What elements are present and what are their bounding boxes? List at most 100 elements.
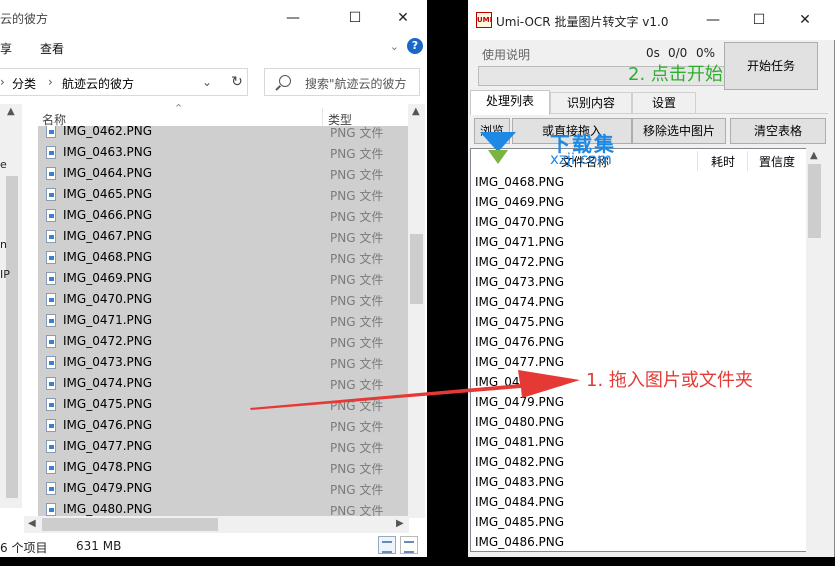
file-list-hscrollbar[interactable]: ◀ ▶ — [24, 516, 409, 533]
help-icon[interactable]: ? — [407, 38, 423, 54]
png-file-icon — [46, 398, 56, 411]
tab-process-list[interactable]: 处理列表 — [470, 90, 550, 115]
table-row[interactable]: IMG_0484.PNG — [475, 495, 564, 509]
file-row[interactable]: IMG_0463.PNG PNG 文件 — [38, 142, 408, 163]
file-row[interactable]: IMG_0468.PNG PNG 文件 — [38, 247, 408, 268]
breadcrumb-chevron-icon: › — [0, 75, 5, 89]
maximize-icon[interactable]: ☐ — [744, 8, 774, 32]
scroll-thumb[interactable] — [410, 234, 423, 304]
help-link[interactable]: 使用说明 — [482, 46, 530, 63]
file-type: PNG 文件 — [330, 189, 384, 203]
scroll-up-icon[interactable]: ▲ — [7, 106, 15, 117]
chevron-down-icon[interactable]: ⌄ — [202, 75, 212, 89]
scroll-up-icon[interactable]: ▲ — [412, 106, 420, 117]
file-name: IMG_0478.PNG — [63, 460, 153, 474]
file-type: PNG 文件 — [330, 357, 384, 371]
close-icon[interactable]: ✕ — [790, 8, 820, 32]
selection-size: 631 MB — [76, 539, 122, 553]
table-row[interactable]: IMG_0469.PNG — [475, 195, 564, 209]
file-list-vscrollbar[interactable]: ▲ — [408, 104, 425, 518]
table-row[interactable]: IMG_0479.PNG — [475, 395, 564, 409]
file-row[interactable]: IMG_0479.PNG PNG 文件 — [38, 478, 408, 499]
tab-recognized-content[interactable]: 识别内容 — [550, 92, 632, 114]
column-separator[interactable] — [697, 151, 698, 171]
table-row[interactable]: IMG_0478.PNG — [475, 375, 564, 389]
table-row[interactable]: IMG_0486.PNG — [475, 535, 564, 549]
nav-pane-fragment: e — [0, 158, 7, 171]
large-icons-view-icon[interactable] — [400, 536, 418, 554]
table-row[interactable]: IMG_0468.PNG — [475, 175, 564, 189]
file-name: IMG_0469.PNG — [63, 271, 153, 285]
file-row[interactable]: IMG_0465.PNG PNG 文件 — [38, 184, 408, 205]
file-row[interactable]: IMG_0470.PNG PNG 文件 — [38, 289, 408, 310]
minimize-icon[interactable]: — — [698, 8, 728, 32]
file-row[interactable]: IMG_0472.PNG PNG 文件 — [38, 331, 408, 352]
chevron-down-icon[interactable]: ⌄ — [390, 40, 399, 53]
png-file-icon — [46, 188, 56, 201]
refresh-icon[interactable]: ↻ — [222, 68, 252, 96]
file-name: IMG_0468.PNG — [63, 250, 153, 264]
file-name: IMG_0471.PNG — [63, 313, 153, 327]
file-name: IMG_0467.PNG — [63, 229, 153, 243]
scroll-thumb[interactable] — [42, 518, 218, 531]
table-row[interactable]: IMG_0475.PNG — [475, 315, 564, 329]
file-row[interactable]: IMG_0475.PNG PNG 文件 — [38, 394, 408, 415]
png-file-icon — [46, 440, 56, 453]
file-name: IMG_0479.PNG — [63, 481, 153, 495]
file-row[interactable]: IMG_0477.PNG PNG 文件 — [38, 436, 408, 457]
tab-settings[interactable]: 设置 — [632, 92, 696, 114]
search-placeholder: 搜索"航迹云的彼方 — [305, 77, 407, 91]
file-row[interactable]: IMG_0469.PNG PNG 文件 — [38, 268, 408, 289]
table-row[interactable]: IMG_0483.PNG — [475, 475, 564, 489]
scroll-thumb[interactable] — [808, 164, 821, 238]
start-task-button[interactable]: 开始任务 — [724, 42, 818, 90]
file-type: PNG 文件 — [330, 399, 384, 413]
close-icon[interactable]: ✕ — [388, 6, 418, 30]
file-row[interactable]: IMG_0464.PNG PNG 文件 — [38, 163, 408, 184]
scroll-thumb[interactable] — [6, 176, 18, 498]
scroll-up-icon[interactable]: ▲ — [810, 150, 818, 161]
file-row[interactable]: IMG_0467.PNG PNG 文件 — [38, 226, 408, 247]
column-separator[interactable] — [747, 151, 748, 171]
file-row[interactable]: IMG_0478.PNG PNG 文件 — [38, 457, 408, 478]
header-confidence[interactable]: 置信度 — [759, 153, 795, 170]
table-row[interactable]: IMG_0482.PNG — [475, 455, 564, 469]
breadcrumb-item[interactable]: 分类 — [12, 75, 36, 92]
file-row[interactable]: IMG_0466.PNG PNG 文件 — [38, 205, 408, 226]
details-view-icon[interactable] — [378, 536, 396, 554]
table-row[interactable]: IMG_0476.PNG — [475, 335, 564, 349]
file-row[interactable]: IMG_0480.PNG PNG 文件 — [38, 499, 408, 516]
menu-share[interactable]: 享 — [0, 40, 12, 57]
table-row[interactable]: IMG_0481.PNG — [475, 435, 564, 449]
table-row[interactable]: IMG_0477.PNG — [475, 355, 564, 369]
menu-view[interactable]: 查看 — [40, 40, 64, 57]
table-row[interactable]: IMG_0485.PNG — [475, 515, 564, 529]
explorer-titlebar: 云的彼方 — ☐ ✕ — [0, 0, 427, 36]
file-row[interactable]: IMG_0462.PNG PNG 文件 — [38, 126, 408, 142]
table-row[interactable]: IMG_0470.PNG — [475, 215, 564, 229]
annotation-step1: 1. 拖入图片或文件夹 — [586, 370, 753, 391]
table-row[interactable]: IMG_0472.PNG — [475, 255, 564, 269]
clear-table-button[interactable]: 清空表格 — [730, 118, 826, 144]
minimize-icon[interactable]: — — [278, 6, 308, 30]
address-bar[interactable]: › 分类 › 航迹云的彼方 ⌄ — [0, 68, 248, 96]
table-row[interactable]: IMG_0471.PNG — [475, 235, 564, 249]
header-time[interactable]: 耗时 — [711, 153, 735, 170]
file-type: PNG 文件 — [330, 231, 384, 245]
scroll-right-icon[interactable]: ▶ — [396, 518, 404, 529]
file-name: IMG_0474.PNG — [63, 376, 153, 390]
table-row[interactable]: IMG_0474.PNG — [475, 295, 564, 309]
breadcrumb-item[interactable]: 航迹云的彼方 — [62, 75, 134, 92]
search-input[interactable]: 搜索"航迹云的彼方 — [264, 68, 420, 96]
file-row[interactable]: IMG_0474.PNG PNG 文件 — [38, 373, 408, 394]
scroll-left-icon[interactable]: ◀ — [28, 518, 36, 529]
table-vscrollbar[interactable]: ▲ — [806, 148, 823, 552]
file-row[interactable]: IMG_0476.PNG PNG 文件 — [38, 415, 408, 436]
table-row[interactable]: IMG_0473.PNG — [475, 275, 564, 289]
table-row[interactable]: IMG_0480.PNG — [475, 415, 564, 429]
maximize-icon[interactable]: ☐ — [340, 6, 370, 30]
file-name: IMG_0466.PNG — [63, 208, 153, 222]
file-row[interactable]: IMG_0473.PNG PNG 文件 — [38, 352, 408, 373]
file-name: IMG_0476.PNG — [63, 418, 153, 432]
file-row[interactable]: IMG_0471.PNG PNG 文件 — [38, 310, 408, 331]
